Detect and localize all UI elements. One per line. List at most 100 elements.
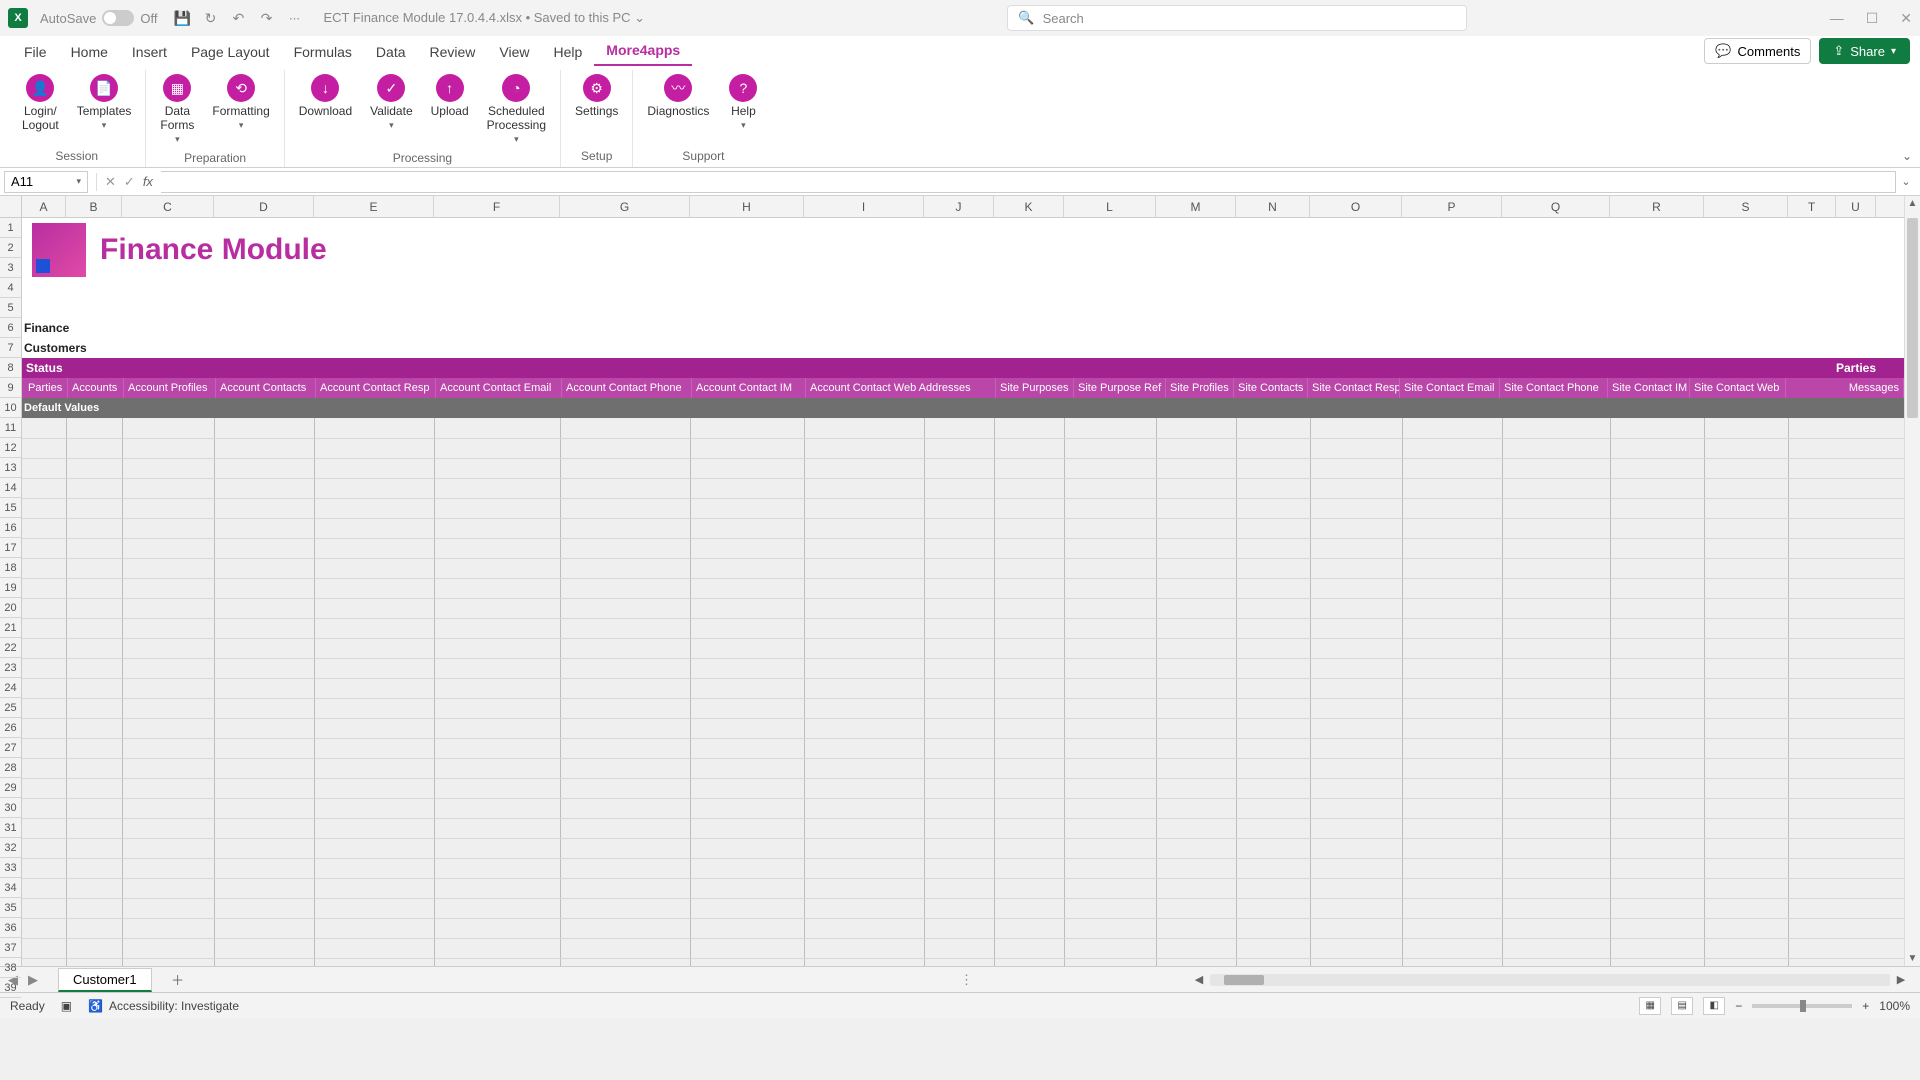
zoom-slider[interactable] <box>1752 1004 1852 1008</box>
spreadsheet-grid[interactable]: ABCDEFGHIJKLMNOPQRSTU 123456789101112131… <box>0 196 1920 966</box>
scroll-left-icon[interactable]: ◀ <box>1192 973 1206 986</box>
tab-data[interactable]: Data <box>364 38 418 66</box>
view-normal-icon[interactable]: ▦ <box>1639 997 1661 1015</box>
cell-row-7[interactable]: Customers <box>22 338 1904 358</box>
tab-review[interactable]: Review <box>418 38 488 66</box>
ribbon-help-button[interactable]: ?Help▾ <box>719 70 767 147</box>
row-header-9[interactable]: 9 <box>0 378 21 398</box>
scrollbar-thumb[interactable] <box>1907 218 1918 418</box>
cancel-formula-icon[interactable]: ✕ <box>105 174 116 190</box>
row-header-7[interactable]: 7 <box>0 338 21 358</box>
row-header-15[interactable]: 15 <box>0 498 21 518</box>
autosave-toggle[interactable]: AutoSave Off <box>40 10 157 26</box>
ribbon-upload-button[interactable]: ↑Upload <box>423 70 477 149</box>
collapse-ribbon-icon[interactable]: ⌄ <box>1902 149 1912 163</box>
subheader-site-purpose-ref[interactable]: Site Purpose Ref <box>1074 378 1166 398</box>
view-page-layout-icon[interactable]: ▤ <box>1671 997 1693 1015</box>
select-all-triangle[interactable] <box>0 196 22 218</box>
row-header-2[interactable]: 2 <box>0 238 21 258</box>
subheader-parties[interactable]: Parties <box>24 378 68 398</box>
cell-row-6[interactable]: Finance <box>22 318 1904 338</box>
column-header-A[interactable]: A <box>22 196 66 217</box>
cells-area[interactable]: Finance Module Finance Customers Status … <box>22 218 1904 966</box>
column-header-J[interactable]: J <box>924 196 994 217</box>
row-header-28[interactable]: 28 <box>0 758 21 778</box>
scroll-up-icon[interactable]: ▲ <box>1905 198 1920 209</box>
column-header-E[interactable]: E <box>314 196 434 217</box>
row-header-22[interactable]: 22 <box>0 638 21 658</box>
row-header-30[interactable]: 30 <box>0 798 21 818</box>
row-header-19[interactable]: 19 <box>0 578 21 598</box>
ribbon-settings-button[interactable]: ⚙Settings <box>567 70 626 147</box>
subheader-site-contact-email[interactable]: Site Contact Email <box>1400 378 1500 398</box>
search-input[interactable]: 🔍 Search <box>1007 5 1467 31</box>
row-header-37[interactable]: 37 <box>0 938 21 958</box>
column-header-U[interactable]: U <box>1836 196 1876 217</box>
row-header-4[interactable]: 4 <box>0 278 21 298</box>
share-button[interactable]: ⇪ Share ▾ <box>1819 38 1910 64</box>
add-sheet-button[interactable]: ＋ <box>168 970 188 990</box>
column-header-G[interactable]: G <box>560 196 690 217</box>
name-box[interactable]: A11 ▾ <box>4 171 88 193</box>
column-header-T[interactable]: T <box>1788 196 1836 217</box>
ribbon-data-forms-button[interactable]: ▦Data Forms▾ <box>152 70 202 149</box>
row-header-24[interactable]: 24 <box>0 678 21 698</box>
column-group-headers[interactable]: PartiesAccountsAccount ProfilesAccount C… <box>22 378 1904 398</box>
subheader-site-contact-web[interactable]: Site Contact Web <box>1690 378 1786 398</box>
subheader-site-profiles[interactable]: Site Profiles <box>1166 378 1234 398</box>
save-icon[interactable]: 💾 <box>173 9 191 27</box>
column-header-B[interactable]: B <box>66 196 122 217</box>
scroll-right-icon[interactable]: ▶ <box>1894 973 1908 986</box>
subheader-account-contact-im[interactable]: Account Contact IM <box>692 378 806 398</box>
subheader-account-profiles[interactable]: Account Profiles <box>124 378 216 398</box>
row-header-34[interactable]: 34 <box>0 878 21 898</box>
comments-button[interactable]: 💬 Comments <box>1704 38 1811 64</box>
subheader-account-contact-resp[interactable]: Account Contact Resp <box>316 378 436 398</box>
subheader-site-contact-phone[interactable]: Site Contact Phone <box>1500 378 1608 398</box>
horizontal-scrollbar[interactable]: ◀ ▶ <box>1192 973 1908 986</box>
row-header-10[interactable]: 10 <box>0 398 21 418</box>
ribbon-diagnostics-button[interactable]: 〰Diagnostics <box>639 70 717 147</box>
undo-icon[interactable]: ↶ <box>229 9 247 27</box>
chevron-down-icon[interactable]: ▾ <box>76 176 81 187</box>
close-icon[interactable]: ✕ <box>1900 10 1912 27</box>
tab-insert[interactable]: Insert <box>120 38 179 66</box>
fx-icon[interactable]: fx <box>143 174 153 189</box>
macro-record-icon[interactable]: ▣ <box>61 999 72 1013</box>
subheader-account-contact-phone[interactable]: Account Contact Phone <box>562 378 692 398</box>
row-header-33[interactable]: 33 <box>0 858 21 878</box>
sheet-tab-customer1[interactable]: Customer1 <box>58 968 152 992</box>
subheader-site-contacts[interactable]: Site Contacts <box>1234 378 1308 398</box>
default-values-row[interactable]: Default Values <box>22 398 1904 418</box>
view-page-break-icon[interactable]: ◧ <box>1703 997 1725 1015</box>
row-header-18[interactable]: 18 <box>0 558 21 578</box>
tab-view[interactable]: View <box>487 38 541 66</box>
row-header-39[interactable]: 39 <box>0 978 21 998</box>
row-header-5[interactable]: 5 <box>0 298 21 318</box>
sheet-tab-options-icon[interactable]: ⋮ <box>960 972 973 988</box>
row-header-38[interactable]: 38 <box>0 958 21 978</box>
formula-input[interactable] <box>161 171 1896 193</box>
row-header-20[interactable]: 20 <box>0 598 21 618</box>
row-header-25[interactable]: 25 <box>0 698 21 718</box>
hscroll-thumb[interactable] <box>1224 975 1264 985</box>
zoom-level[interactable]: 100% <box>1879 999 1910 1013</box>
ribbon-templates-button[interactable]: 📄Templates▾ <box>69 70 140 147</box>
column-header-S[interactable]: S <box>1704 196 1788 217</box>
row-header-26[interactable]: 26 <box>0 718 21 738</box>
ribbon-login-logout-button[interactable]: 👤Login/ Logout <box>14 70 67 147</box>
subheader-account-contacts[interactable]: Account Contacts <box>216 378 316 398</box>
vertical-scrollbar[interactable]: ▲ ▼ <box>1904 196 1920 966</box>
minimize-icon[interactable]: — <box>1830 10 1844 27</box>
row-header-13[interactable]: 13 <box>0 458 21 478</box>
zoom-in-icon[interactable]: + <box>1862 999 1869 1013</box>
sync-icon[interactable]: ↻ <box>201 9 219 27</box>
tab-home[interactable]: Home <box>59 38 120 66</box>
column-header-N[interactable]: N <box>1236 196 1310 217</box>
row-header-27[interactable]: 27 <box>0 738 21 758</box>
ribbon-download-button[interactable]: ↓Download <box>291 70 360 149</box>
column-header-Q[interactable]: Q <box>1502 196 1610 217</box>
data-rows-area[interactable] <box>22 418 1904 966</box>
row-header-23[interactable]: 23 <box>0 658 21 678</box>
tab-file[interactable]: File <box>12 38 59 66</box>
